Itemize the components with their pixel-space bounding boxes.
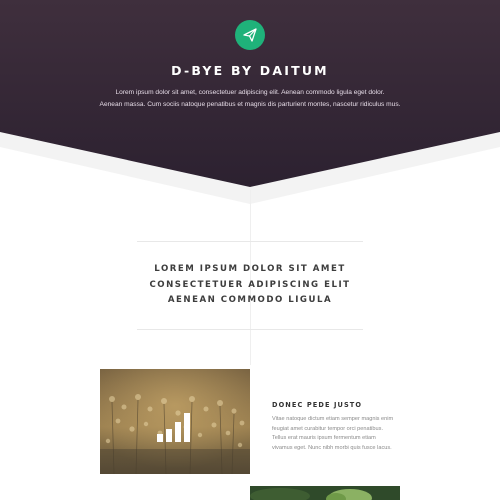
intro-heading: LOREM IPSUM DOLOR SIT AMET CONSECTETUER … (0, 262, 500, 309)
feature-text: Vitae natoque dictum etiam semper magnis… (272, 415, 402, 453)
hero-description-line: Aenean massa. Cum sociis natoque penatib… (99, 100, 401, 108)
feature-text-line: Vitae natoque dictum etiam semper magnis… (272, 416, 394, 422)
hero-description: Lorem ipsum dolor sit amet, consectetuer… (70, 87, 430, 110)
feature-text-line: vivamus eget. Nunc nibh morbi quis fusce… (272, 444, 392, 451)
feature-image (100, 369, 250, 474)
feature-title: DONEC PEDE JUSTO (272, 401, 363, 409)
intro-heading-line: CONSECTETUER ADIPISCING ELIT (149, 279, 351, 290)
intro-top-rule (137, 241, 363, 242)
hero-description-line: Lorem ipsum dolor sit amet, consectetuer… (115, 89, 385, 96)
intro-heading-line: AENEAN COMMODO LIGULA (167, 295, 333, 305)
brand-logo[interactable] (235, 20, 265, 50)
bar-chart-icon (157, 413, 190, 442)
paper-plane-icon (243, 28, 257, 42)
intro-bottom-rule (137, 329, 363, 330)
next-feature-image (250, 486, 400, 500)
feature-text-line: feugiat amet curabitur tempor orci penat… (272, 425, 384, 432)
intro-heading-line: LOREM IPSUM DOLOR SIT AMET (154, 264, 346, 274)
next-feature-photo (250, 486, 400, 500)
feature-text-line: Tellus erat mauris ipsum fermentum etiam (272, 435, 376, 442)
hero-title: D-BYE BY DAITUM (171, 63, 329, 78)
